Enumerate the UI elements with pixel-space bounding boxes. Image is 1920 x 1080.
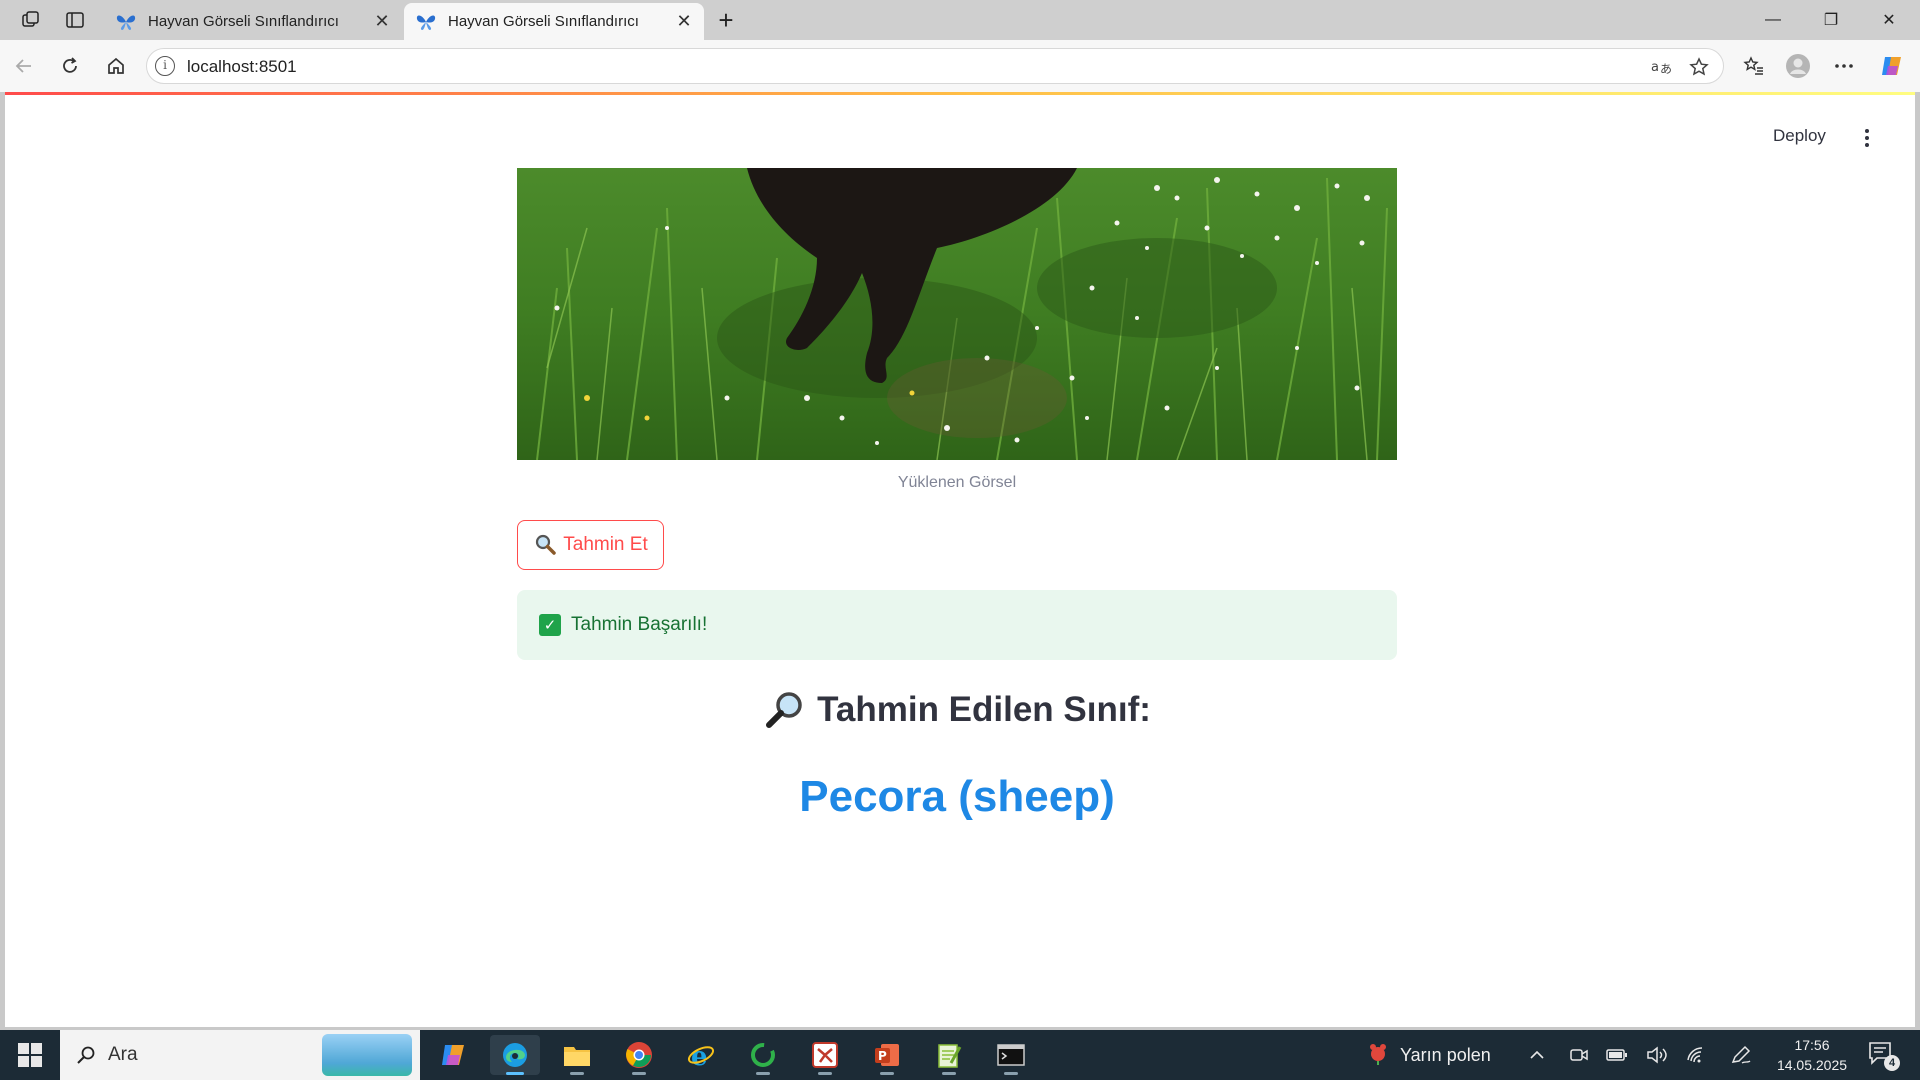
chrome-icon[interactable] (614, 1035, 664, 1075)
weather-widget[interactable]: Yarın polen (1366, 1040, 1491, 1071)
edge-browser-icon[interactable] (490, 1035, 540, 1075)
copilot-app-icon[interactable] (428, 1035, 478, 1075)
notepad-plus-plus-icon[interactable] (924, 1035, 974, 1075)
internet-explorer-icon[interactable]: e (676, 1035, 726, 1075)
image-caption: Yüklenen Görsel (897, 474, 1017, 491)
clock-time: 17:56 (1794, 1037, 1830, 1053)
browser-tab-strip: Hayvan Görseli Sınıflandırıcı ✕ Hayvan G… (0, 0, 1920, 40)
close-window-button[interactable]: ✕ (1860, 0, 1918, 40)
workspaces-icon[interactable] (16, 6, 46, 34)
more-options-icon[interactable] (1828, 50, 1860, 82)
tab-classifier-2[interactable]: Hayvan Görseli Sınıflandırıcı ✕ (404, 3, 704, 40)
wifi-icon[interactable] (1684, 1042, 1710, 1068)
profile-avatar-icon[interactable] (1782, 50, 1814, 82)
favorites-list-icon[interactable] (1738, 50, 1770, 82)
clock-date: 14.05.2025 (1776, 1057, 1848, 1073)
prediction-heading: Tahmin Edilen Sınıf: (517, 688, 1397, 732)
prediction-heading-text: Tahmin Edilen Sınıf: (817, 690, 1151, 729)
success-message: Tahmin Başarılı! (571, 614, 708, 635)
address-bar[interactable]: i localhost:8501 aあ (146, 48, 1724, 84)
deploy-button[interactable]: Deploy (1773, 126, 1826, 146)
butterfly-icon (414, 10, 438, 34)
windows-taskbar: Ara e P Yarın polen 17:56 14.05.2025 4 (0, 1030, 1920, 1080)
streamlit-app: Deploy Yüklenen Görsel Tahmin Et ✓ Tahmi… (5, 92, 1915, 1027)
close-tab-icon[interactable]: ✕ (670, 8, 698, 36)
powerpoint-icon[interactable]: P (862, 1035, 912, 1075)
windows-start-icon[interactable] (18, 1043, 42, 1067)
file-explorer-icon[interactable] (552, 1035, 602, 1075)
vertical-tabs-icon[interactable] (60, 6, 90, 34)
search-label: Ara (108, 1044, 138, 1065)
magnifier-right-icon (763, 688, 807, 732)
uploaded-image (517, 168, 1397, 460)
translate-icon[interactable]: aあ (1649, 55, 1673, 79)
back-icon[interactable] (8, 50, 40, 82)
minimize-button[interactable]: — (1744, 0, 1802, 40)
copilot-icon[interactable] (1876, 50, 1908, 82)
weather-text: Yarın polen (1400, 1045, 1491, 1065)
check-mark-icon: ✓ (539, 614, 561, 636)
pen-icon[interactable] (1728, 1042, 1754, 1068)
pollen-icon (1366, 1040, 1390, 1071)
volume-icon[interactable] (1644, 1042, 1670, 1068)
url-text: localhost:8501 (187, 57, 297, 76)
meet-now-icon[interactable] (1566, 1042, 1592, 1068)
browser-toolbar: i localhost:8501 aあ (0, 40, 1920, 92)
predict-button-label: Tahmin Et (563, 534, 648, 555)
notification-center-icon[interactable]: 4 (1868, 1041, 1900, 1071)
search-highlight-image (322, 1034, 412, 1076)
success-alert: ✓ Tahmin Başarılı! (517, 590, 1397, 660)
prediction-result: Pecora (sheep) (799, 772, 1115, 821)
tab-title: Hayvan Görseli Sınıflandırıcı (448, 13, 639, 30)
svg-text:a: a (1651, 60, 1659, 75)
search-icon (74, 1043, 98, 1067)
svg-text:あ: あ (1660, 62, 1672, 76)
battery-icon[interactable] (1604, 1042, 1630, 1068)
terminal-icon[interactable] (986, 1035, 1036, 1075)
green-ring-app-icon[interactable] (738, 1035, 788, 1075)
tab-title: Hayvan Görseli Sınıflandırıcı (148, 13, 339, 30)
system-clock[interactable]: 17:56 14.05.2025 (1768, 1035, 1856, 1075)
taskbar-search[interactable]: Ara (60, 1030, 420, 1080)
favorite-star-icon[interactable] (1687, 55, 1711, 79)
tab-classifier-1[interactable]: Hayvan Görseli Sınıflandırıcı ✕ (104, 3, 402, 40)
refresh-icon[interactable] (54, 50, 86, 82)
svg-text:e: e (691, 1042, 708, 1070)
magnifier-icon (533, 533, 557, 557)
app-decoration-bar (5, 92, 1915, 95)
predict-button[interactable]: Tahmin Et (517, 520, 664, 570)
site-info-icon[interactable]: i (155, 56, 175, 76)
restore-button[interactable]: ❐ (1802, 0, 1860, 40)
home-icon[interactable] (100, 50, 132, 82)
main-menu-icon[interactable] (1855, 126, 1879, 150)
red-app-icon[interactable] (800, 1035, 850, 1075)
new-tab-button[interactable]: + (712, 5, 740, 35)
close-tab-icon[interactable]: ✕ (368, 8, 396, 36)
butterfly-icon (114, 10, 138, 34)
notification-count-badge: 4 (1884, 1055, 1900, 1071)
chevron-up-icon[interactable] (1524, 1042, 1550, 1068)
svg-text:P: P (878, 1049, 887, 1063)
